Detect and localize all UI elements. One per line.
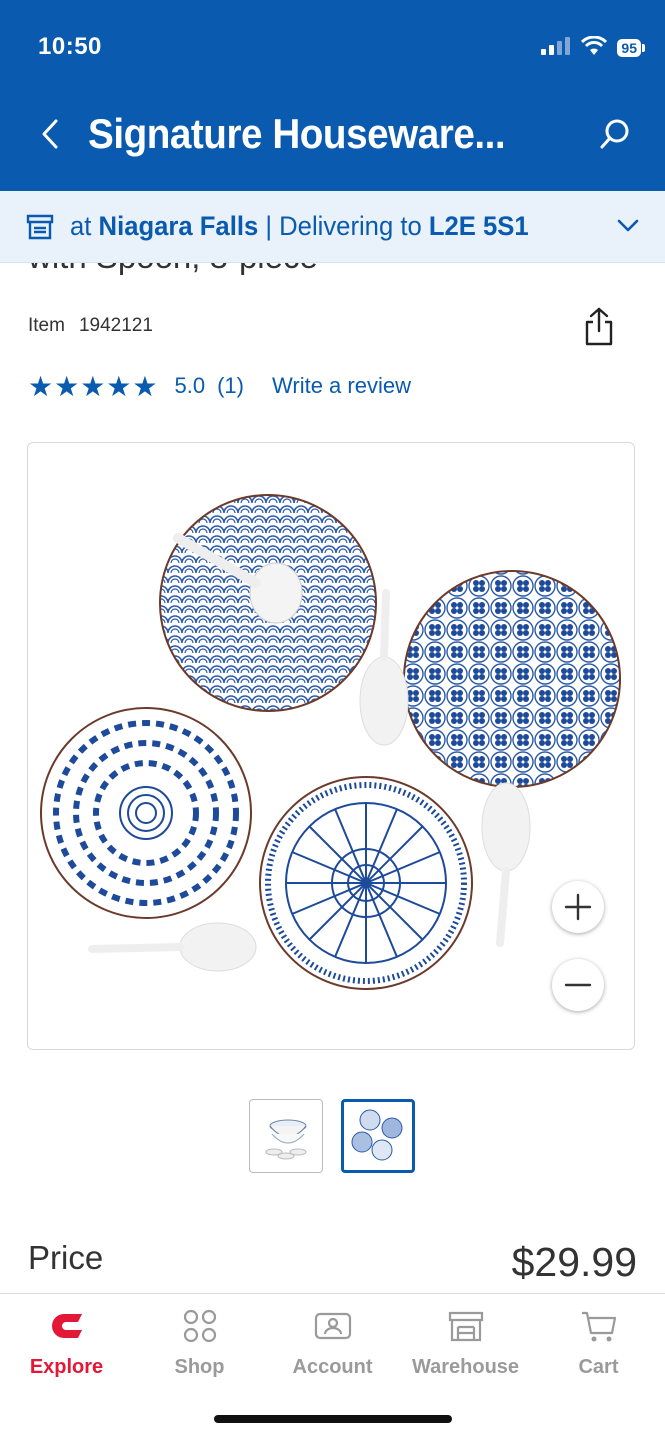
wifi-icon — [581, 35, 608, 61]
tab-warehouse[interactable]: Warehouse — [399, 1306, 532, 1379]
rating-value[interactable]: 5.0 — [175, 373, 206, 399]
write-review-link[interactable]: Write a review — [272, 373, 411, 399]
plus-icon — [564, 893, 592, 921]
bowls-stacked-thumbnail[interactable] — [249, 1099, 323, 1173]
location-text: at Niagara Falls | Delivering to L2E 5S1 — [70, 211, 529, 241]
tab-label: Account — [292, 1356, 373, 1378]
rating-count[interactable]: (1) — [217, 373, 244, 399]
search-icon — [600, 119, 629, 149]
search-button[interactable] — [595, 114, 635, 154]
back-button[interactable] — [32, 114, 68, 154]
status-time: 10:50 — [38, 33, 102, 60]
product-image-viewer[interactable] — [27, 442, 635, 1050]
home-indicator[interactable] — [214, 1415, 452, 1423]
chevron-left-icon — [42, 119, 58, 149]
tab-shop[interactable]: Shop — [133, 1306, 266, 1379]
rating-row: ★★★★★ 5.0 (1) Write a review — [28, 369, 411, 403]
product-title: with Spoon, 8-piece — [28, 263, 318, 276]
rating-stars[interactable]: ★★★★★ — [28, 370, 159, 403]
thumbnail-strip — [249, 1099, 415, 1173]
tab-label: Shop — [174, 1356, 225, 1378]
battery-icon: 95 — [617, 39, 645, 57]
item-number-line: Item 1942121 — [28, 315, 153, 337]
zoom-out-button[interactable] — [552, 959, 604, 1011]
warehouse-icon — [446, 1306, 486, 1346]
postal-code: L2E 5S1 — [428, 211, 529, 241]
status-icons: 95 — [541, 35, 645, 61]
location-bar[interactable]: at Niagara Falls | Delivering to L2E 5S1 — [0, 191, 665, 263]
store-name: Niagara Falls — [98, 211, 259, 241]
costco-c-icon — [47, 1306, 87, 1346]
store-icon — [26, 212, 56, 242]
product-image — [40, 494, 621, 990]
price-label: Price — [28, 1239, 104, 1276]
zoom-in-button[interactable] — [552, 881, 604, 933]
cellular-signal-icon — [541, 36, 571, 60]
share-icon — [585, 307, 613, 346]
price-value: $29.99 — [511, 1239, 637, 1285]
battery-level: 95 — [617, 39, 641, 57]
tab-label: Warehouse — [411, 1356, 520, 1378]
product-detail: with Spoon, 8-piece Item 1942121 ★★★★★ 5.… — [0, 263, 665, 1293]
bowls-top-view-thumbnail[interactable] — [341, 1099, 415, 1173]
account-card-icon — [313, 1306, 353, 1346]
bowls-stacked-image — [265, 1119, 307, 1160]
tab-explore[interactable]: Explore — [0, 1306, 133, 1379]
minus-icon — [564, 983, 592, 987]
share-button[interactable] — [580, 305, 618, 349]
grid-circles-icon — [180, 1306, 220, 1346]
item-number: 1942121 — [78, 315, 153, 336]
tab-account[interactable]: Account — [266, 1306, 399, 1379]
app-header: 10:50 95 Signature Houseware... — [0, 0, 665, 191]
tab-label: Explore — [29, 1356, 104, 1378]
item-label: Item — [28, 315, 65, 336]
page-title: Signature Houseware... — [88, 110, 506, 157]
tab-label: Cart — [578, 1356, 619, 1378]
chevron-down-icon[interactable] — [615, 213, 641, 239]
tab-cart[interactable]: Cart — [532, 1306, 665, 1379]
bowls-top-view-image — [351, 1109, 403, 1161]
cart-icon — [579, 1306, 619, 1346]
